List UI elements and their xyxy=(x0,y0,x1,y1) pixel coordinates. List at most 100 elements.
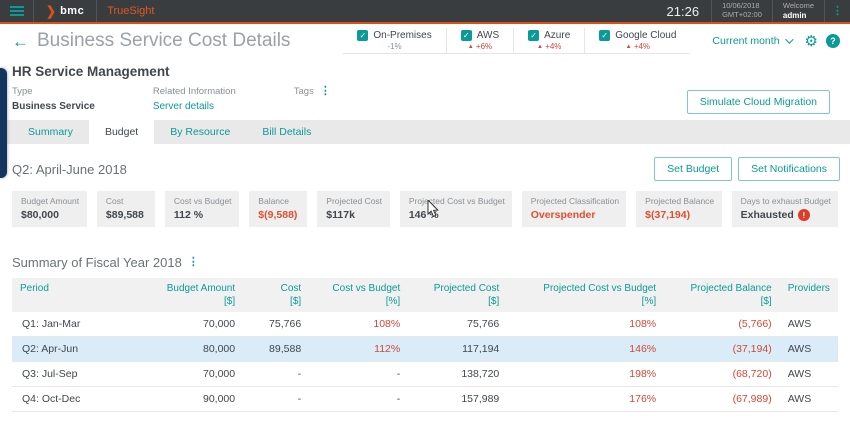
cell-budget-amount: 70,000 xyxy=(152,312,244,337)
kpi-card-budget-amount: Budget Amount $80,000 xyxy=(12,191,87,227)
cell-cost-vs-budget: - xyxy=(309,361,409,387)
cell-providers: AWS xyxy=(779,336,838,362)
cell-projected-cost: 75,766 xyxy=(408,312,508,337)
kpi-value: $(37,194) xyxy=(645,209,691,221)
tab-bar: Summary Budget By Resource Bill Details xyxy=(0,119,850,145)
kpi-label: Cost vs Budget xyxy=(173,196,232,206)
cell-period: Q2: Apr-Jun xyxy=(12,336,153,362)
cell-projected-balance: (67,989) xyxy=(664,386,780,412)
kpi-card-days-to-exhaust-budget: Days to exhaust Budget Exhausted! xyxy=(731,191,838,227)
provider-filter-google-cloud[interactable]: ✓ Google Cloud ▲ +4% xyxy=(584,28,690,53)
user-welcome[interactable]: Welcome admin xyxy=(771,0,824,22)
service-name: HR Service Management xyxy=(12,64,170,79)
kpi-value: $89,588 xyxy=(105,209,144,221)
product-name: TrueSight xyxy=(96,0,164,22)
type-label: Type xyxy=(12,86,33,97)
cell-budget-amount: 70,000 xyxy=(152,361,244,387)
tab-summary[interactable]: Summary xyxy=(12,119,89,144)
cell-projected-cost-vs-budget: 108% xyxy=(507,312,665,337)
fiscal-summary-title: Summary of Fiscal Year 2018 xyxy=(12,255,182,270)
type-value: Business Service xyxy=(12,101,95,112)
column-header-providers[interactable]: Providers xyxy=(779,278,838,312)
period-selector-label: Current month xyxy=(712,35,780,47)
cell-projected-cost-vs-budget: 176% xyxy=(507,386,665,412)
bmc-logo: ❯ bmc xyxy=(34,0,96,22)
provider-delta: ▲ +4% xyxy=(536,42,562,51)
kpi-card-projected-cost-vs-budget: Projected Cost vs Budget 146 % xyxy=(399,191,512,227)
cell-cost-vs-budget: 112% xyxy=(309,336,409,362)
fiscal-summary-menu-icon[interactable]: ⋮ xyxy=(188,257,199,268)
provider-delta: ▲ +6% xyxy=(467,42,493,51)
checkbox-checked-icon[interactable]: ✓ xyxy=(357,30,369,41)
column-header-projected-cost-vs-budget[interactable]: Projected Cost vs Budget [%] xyxy=(507,278,665,312)
kpi-card-projected-classification: Projected Classification Overspender xyxy=(521,191,627,227)
kpi-label: Projected Cost vs Budget xyxy=(408,196,505,206)
date-timezone: 10/06/2018 GMT+02:00 xyxy=(711,0,772,22)
kpi-card-balance: Balance $(9,588) xyxy=(249,191,308,227)
kpi-value: Exhausted! xyxy=(741,209,829,221)
cell-projected-cost: 157,989 xyxy=(408,386,508,412)
cell-cost: - xyxy=(243,386,310,412)
kpi-label: Days to exhaust Budget xyxy=(740,196,831,206)
column-header-projected-cost[interactable]: Projected Cost [$] xyxy=(408,278,508,312)
timezone-text: GMT+02:00 xyxy=(722,10,762,19)
column-header-period[interactable]: Period xyxy=(12,278,153,312)
provider-filter-on-premises[interactable]: ✓ On-Premises -1% xyxy=(343,28,445,53)
kpi-label: Balance xyxy=(258,196,290,206)
left-edge-panel-strip xyxy=(0,68,7,178)
help-icon[interactable]: ? xyxy=(826,34,840,48)
column-header-budget-amount[interactable]: Budget Amount [$] xyxy=(152,278,244,312)
provider-filter-azure[interactable]: ✓ Azure ▲ +4% xyxy=(513,28,584,53)
cell-cost-vs-budget: - xyxy=(309,386,409,412)
back-arrow-icon[interactable]: ← xyxy=(12,33,29,50)
topbar-overflow-menu-icon[interactable]: ⋮ xyxy=(824,0,850,22)
checkbox-checked-icon[interactable]: ✓ xyxy=(528,30,540,41)
cell-projected-balance: (68,720) xyxy=(664,361,780,387)
kpi-value: 112 % xyxy=(173,209,204,221)
set-budget-button[interactable]: Set Budget xyxy=(654,157,733,181)
provider-delta: ▲ +4% xyxy=(625,42,651,51)
column-header-cost[interactable]: Cost [$] xyxy=(243,278,310,312)
tab-by-resource[interactable]: By Resource xyxy=(154,119,246,144)
provider-delta: -1% xyxy=(387,42,402,51)
gear-icon[interactable]: ⚙ xyxy=(805,34,818,49)
cell-period: Q1: Jan-Mar xyxy=(12,312,153,337)
kpi-cards-row: Budget Amount $80,000 Cost $89,588 Cost vs B… xyxy=(0,189,850,229)
provider-filter-aws[interactable]: ✓ AWS ▲ +6% xyxy=(445,28,513,53)
hamburger-menu-icon[interactable] xyxy=(0,0,34,22)
cell-cost: 75,766 xyxy=(243,312,310,337)
provider-filters: ✓ On-Premises -1% ✓ AWS ▲ +6% ✓ Azure ▲ +4% ✓ Goog… xyxy=(343,28,691,54)
simulate-cloud-migration-button[interactable]: Simulate Cloud Migration xyxy=(686,90,830,114)
checkbox-checked-icon[interactable]: ✓ xyxy=(460,30,472,41)
clock-time: 21:26 xyxy=(666,3,700,19)
cell-projected-balance: (37,194) xyxy=(664,336,780,362)
kpi-label: Cost xyxy=(105,196,124,206)
table-row-q3-jul-sep[interactable]: Q3: Jul-Sep 70,000- -138,720 198% (68,720) AW… xyxy=(12,361,838,387)
cell-budget-amount: 80,000 xyxy=(152,336,244,362)
fiscal-table-header: Period Budget Amount [$] Cost [$] Cost vs Bud… xyxy=(12,278,838,312)
table-row-q2-apr-jun[interactable]: Q2: Apr-Jun 80,000 89,588 112% 117,194 146% (3… xyxy=(12,336,838,362)
quarter-title: Q2: April-June 2018 xyxy=(12,161,127,177)
kpi-label: Projected Classification xyxy=(530,196,620,206)
cell-projected-balance: (5,766) xyxy=(664,312,780,337)
server-details-link[interactable]: Server details xyxy=(153,101,236,112)
cell-providers: AWS xyxy=(779,361,838,387)
cell-cost: - xyxy=(243,361,310,387)
provider-label: Google Cloud xyxy=(615,30,677,41)
table-row-q4-oct-dec[interactable]: Q4: Oct-Dec 90,000- -157,989 176% (67,989) AW… xyxy=(12,386,838,412)
provider-label: On-Premises xyxy=(373,30,432,41)
kpi-label: Projected Cost xyxy=(326,196,383,206)
checkbox-checked-icon[interactable]: ✓ xyxy=(599,30,611,41)
set-notifications-button[interactable]: Set Notifications xyxy=(738,157,840,181)
tab-bill-details[interactable]: Bill Details xyxy=(246,119,327,144)
kpi-label: Budget Amount xyxy=(21,196,80,206)
cell-projected-cost-vs-budget: 146% xyxy=(507,336,665,362)
page-header: ← Business Service Cost Details ✓ On-Prem… xyxy=(0,24,850,58)
tags-menu-icon[interactable]: ⋮ xyxy=(320,86,331,97)
column-header-projected-balance[interactable]: Projected Balance [$] xyxy=(664,278,780,312)
tags-label: Tags xyxy=(293,86,314,97)
table-row-q1-jan-mar[interactable]: Q1: Jan-Mar 70,000 75,766 108% 75,766 108% (5,… xyxy=(12,312,838,337)
column-header-cost-vs-budget[interactable]: Cost vs Budget [%] xyxy=(309,278,409,312)
tab-budget[interactable]: Budget xyxy=(88,119,155,144)
period-selector-dropdown[interactable]: Current month xyxy=(712,35,794,47)
